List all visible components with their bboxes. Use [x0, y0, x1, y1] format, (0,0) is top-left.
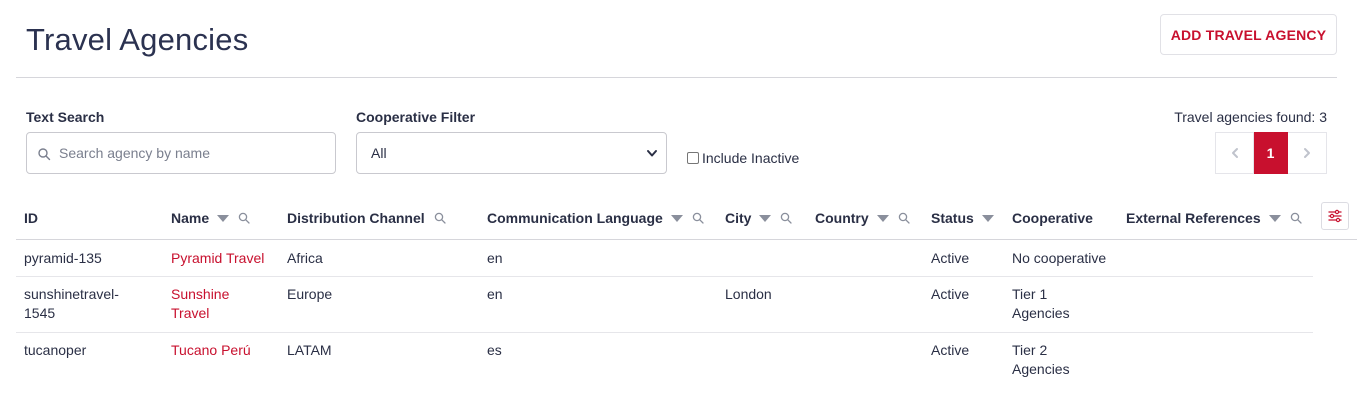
cell-cooperative-line: Agencies: [1012, 361, 1070, 377]
column-header-name[interactable]: Name: [171, 210, 250, 226]
column-header-cooperative: Cooperative: [1012, 210, 1093, 226]
search-input[interactable]: [59, 134, 329, 172]
cell-cooperative-line: Tier 2: [1012, 342, 1048, 358]
column-header-label: Status: [931, 210, 974, 226]
cooperative-select-value: All: [371, 145, 387, 161]
include-inactive-toggle[interactable]: Include Inactive: [687, 150, 799, 166]
agency-name-line: Travel: [171, 305, 210, 321]
search-icon[interactable]: [780, 212, 793, 224]
row-divider: [16, 276, 1313, 277]
row-divider: [16, 332, 1313, 333]
search-icon: [38, 148, 51, 161]
cell-cooperative-line: Agencies: [1012, 305, 1070, 321]
sort-down-icon[interactable]: [759, 214, 772, 222]
agency-name-line: Sunshine: [171, 286, 230, 302]
agency-name-link[interactable]: Sunshine Travel: [171, 285, 229, 323]
include-inactive-checkbox[interactable]: [687, 152, 699, 164]
prev-page-button[interactable]: [1215, 132, 1254, 174]
column-header-status[interactable]: Status: [931, 210, 994, 226]
column-header-label: ID: [24, 210, 38, 226]
page-button-current[interactable]: 1: [1254, 132, 1288, 174]
cell-cooperative: No cooperative: [1012, 250, 1107, 266]
cell-status: Active: [931, 250, 970, 266]
cell-distribution-channel: Europe: [287, 286, 333, 302]
column-header-label: Communication Language: [487, 210, 663, 226]
column-header-id: ID: [24, 210, 38, 226]
cell-distribution-channel: LATAM: [287, 342, 332, 358]
results-count: Travel agencies found: 3: [1174, 109, 1327, 125]
cell-language: es: [487, 342, 502, 358]
column-header-country[interactable]: Country: [815, 210, 910, 226]
chevron-right-icon: [1304, 148, 1310, 158]
cell-language: en: [487, 250, 503, 266]
sort-down-icon[interactable]: [670, 214, 683, 222]
search-icon[interactable]: [898, 212, 910, 224]
cell-language: en: [487, 286, 503, 302]
sort-down-icon[interactable]: [981, 214, 994, 222]
cell-id-line: sunshinetravel-: [24, 286, 119, 302]
cell-cooperative: Tier 2 Agencies: [1012, 341, 1070, 379]
cell-id: sunshinetravel- 1545: [24, 285, 119, 323]
agency-name-link[interactable]: Pyramid Travel: [171, 249, 264, 268]
column-header-label: Name: [171, 210, 210, 226]
chevron-down-icon: [647, 150, 657, 157]
column-header-city[interactable]: City: [725, 210, 793, 226]
search-icon[interactable]: [238, 212, 250, 224]
column-header-label: External References: [1126, 210, 1261, 226]
cell-cooperative-line: Tier 1: [1012, 286, 1048, 302]
column-header-label: Country: [815, 210, 869, 226]
cell-id: pyramid-135: [24, 250, 102, 266]
cell-cooperative: Tier 1 Agencies: [1012, 285, 1070, 323]
include-inactive-label: Include Inactive: [702, 150, 800, 166]
column-settings-button[interactable]: [1321, 202, 1349, 230]
sort-down-icon[interactable]: [1268, 214, 1281, 222]
chevron-left-icon: [1231, 148, 1238, 158]
agency-name-link[interactable]: Tucano Perú: [171, 341, 251, 360]
cell-distribution-channel: Africa: [287, 250, 323, 266]
sort-down-icon[interactable]: [876, 214, 889, 222]
sliders-icon: [1328, 209, 1342, 223]
search-field[interactable]: [26, 132, 336, 174]
cell-status: Active: [931, 342, 970, 358]
cell-status: Active: [931, 286, 970, 302]
pagination: 1: [1215, 132, 1327, 174]
column-header-distribution-channel[interactable]: Distribution Channel: [287, 210, 446, 226]
column-header-external-references[interactable]: External References: [1126, 210, 1302, 226]
cooperative-select[interactable]: All: [356, 132, 667, 174]
next-page-button[interactable]: [1288, 132, 1327, 174]
cell-id: tucanoper: [24, 342, 87, 358]
cell-id-line: 1545: [24, 305, 56, 321]
page-title: Travel Agencies: [26, 22, 249, 57]
cell-city: London: [725, 286, 772, 302]
table-header-divider: [16, 239, 1357, 240]
cooperative-filter-label: Cooperative Filter: [356, 109, 476, 125]
column-header-label: Distribution Channel: [287, 210, 425, 226]
sort-down-icon[interactable]: [217, 214, 230, 222]
search-icon[interactable]: [1290, 212, 1302, 224]
add-travel-agency-button[interactable]: ADD TRAVEL AGENCY: [1160, 14, 1337, 55]
column-header-label: City: [725, 210, 752, 226]
search-icon[interactable]: [692, 212, 704, 224]
search-icon[interactable]: [434, 212, 446, 224]
column-header-label: Cooperative: [1012, 210, 1093, 226]
column-header-communication-language[interactable]: Communication Language: [487, 210, 704, 226]
text-search-label: Text Search: [26, 109, 105, 125]
header-divider: [16, 77, 1337, 78]
